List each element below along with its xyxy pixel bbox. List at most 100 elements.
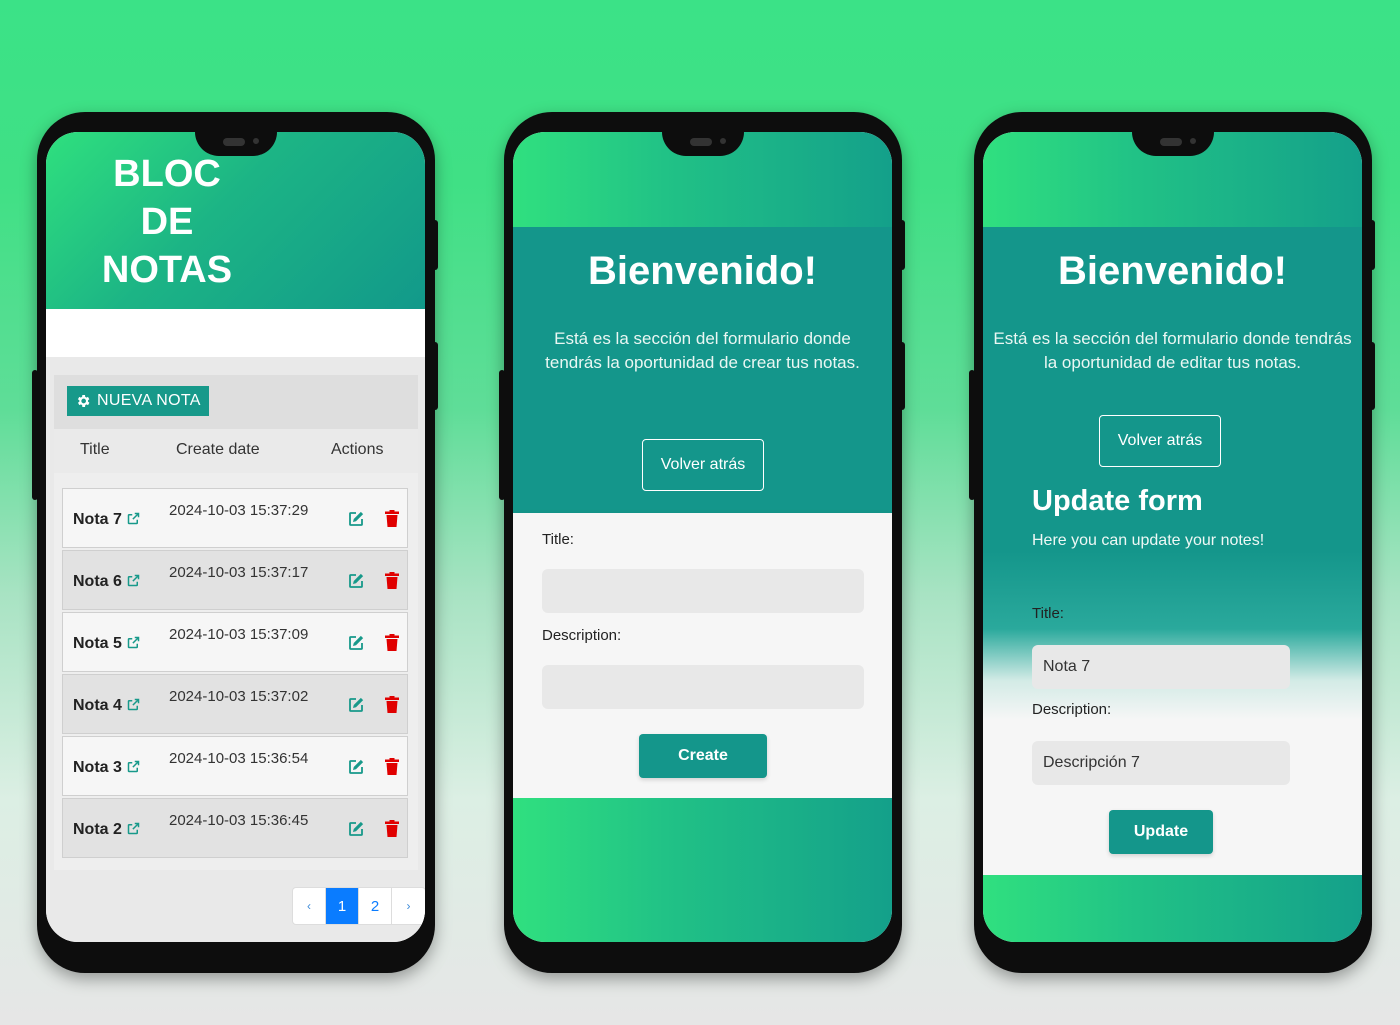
edit-icon[interactable] (347, 820, 365, 838)
welcome-description: Está es la sección del formulario donde … (545, 329, 860, 372)
note-title[interactable]: Nota 4 (73, 697, 122, 714)
trash-icon[interactable] (385, 758, 399, 775)
notes-table-card: NUEVA NOTA Title Create date Actions Not… (54, 375, 418, 870)
description-input[interactable]: Descripción 7 (1032, 741, 1290, 785)
note-create-date: 2024-10-03 15:37:17 (169, 564, 309, 581)
create-form: Title: Description: Create (513, 513, 892, 798)
phone-side-button (899, 220, 905, 270)
title-input[interactable] (542, 569, 864, 613)
pagination-prev[interactable]: ‹ (293, 888, 326, 924)
external-link-icon[interactable] (126, 573, 141, 588)
edit-icon[interactable] (347, 758, 365, 776)
gradient-footer (983, 875, 1362, 942)
phone-side-button (432, 342, 438, 410)
note-create-date: 2024-10-03 15:36:54 (169, 750, 309, 767)
note-title[interactable]: Nota 2 (73, 821, 122, 838)
note-title[interactable]: Nota 5 (73, 635, 122, 652)
external-link-icon[interactable] (126, 821, 141, 836)
update-form-heading: Update form (1032, 485, 1203, 517)
phone-side-button (1369, 342, 1375, 410)
edit-icon[interactable] (347, 572, 365, 590)
edit-icon[interactable] (347, 634, 365, 652)
welcome-section: Bienvenido! Está es la sección del formu… (983, 227, 1362, 875)
phone-notch (195, 132, 277, 156)
title-label: Title: (1032, 605, 1064, 622)
column-header-title: Title (80, 441, 110, 458)
table-row: Nota 6 2024-10-03 15:37:17 (62, 550, 408, 610)
description-label: Description: (542, 627, 622, 644)
phone-update-form: Bienvenido! Está es la sección del formu… (969, 112, 1375, 973)
note-title-link[interactable]: Nota 6 (73, 573, 141, 591)
new-note-label: NUEVA NOTA (97, 392, 201, 409)
app-header: BLOC DE NOTAS (46, 132, 425, 309)
trash-icon[interactable] (385, 820, 399, 837)
title-label: Title: (542, 531, 574, 548)
table-row: Nota 5 2024-10-03 15:37:09 (62, 612, 408, 672)
title-input[interactable]: Nota 7 (1032, 645, 1290, 689)
screen: Bienvenido! Está es la sección del formu… (983, 132, 1362, 942)
note-create-date: 2024-10-03 15:37:29 (169, 502, 309, 519)
app-title: BLOC DE NOTAS (101, 153, 233, 291)
pagination-next[interactable]: › (392, 888, 425, 924)
phone-side-button (499, 370, 505, 500)
back-button[interactable]: Volver atrás (1099, 415, 1221, 467)
note-title[interactable]: Nota 7 (73, 511, 122, 528)
table-row: Nota 2 2024-10-03 15:36:45 (62, 798, 408, 858)
trash-icon[interactable] (385, 634, 399, 651)
table-row: Nota 7 2024-10-03 15:37:29 (62, 488, 408, 548)
trash-icon[interactable] (385, 572, 399, 589)
phone-notch (1132, 132, 1214, 156)
phone-create-form: Bienvenido! Está es la sección del formu… (499, 112, 905, 973)
edit-icon[interactable] (347, 696, 365, 714)
screen: BLOC DE NOTAS NUEVA NOTA Title Create da… (46, 132, 425, 942)
welcome-heading: Bienvenido! (1058, 249, 1287, 293)
note-title-link[interactable]: Nota 7 (73, 511, 141, 529)
note-title[interactable]: Nota 3 (73, 759, 122, 776)
external-link-icon[interactable] (126, 635, 141, 650)
external-link-icon[interactable] (126, 759, 141, 774)
phone-notes-list: BLOC DE NOTAS NUEVA NOTA Title Create da… (32, 112, 438, 973)
column-header-actions: Actions (331, 441, 384, 458)
gear-icon (77, 395, 90, 407)
table-header: Title Create date Actions (54, 429, 418, 473)
description-label: Description: (1032, 701, 1112, 718)
phone-side-button (432, 220, 438, 270)
table-row: Nota 4 2024-10-03 15:37:02 (62, 674, 408, 734)
screen: Bienvenido! Está es la sección del formu… (513, 132, 892, 942)
note-create-date: 2024-10-03 15:37:02 (169, 688, 309, 705)
welcome-heading: Bienvenido! (588, 249, 817, 293)
trash-icon[interactable] (385, 696, 399, 713)
pagination-page-1[interactable]: 1 (326, 888, 359, 924)
create-button[interactable]: Create (639, 734, 767, 778)
header-spacer (46, 309, 425, 357)
note-title-link[interactable]: Nota 2 (73, 821, 141, 839)
new-note-button[interactable]: NUEVA NOTA (67, 386, 209, 416)
phone-side-button (32, 370, 38, 500)
note-title-link[interactable]: Nota 4 (73, 697, 141, 715)
note-title-link[interactable]: Nota 3 (73, 759, 141, 777)
edit-icon[interactable] (347, 510, 365, 528)
phone-side-button (969, 370, 975, 500)
note-create-date: 2024-10-03 15:36:45 (169, 812, 309, 829)
phone-notch (662, 132, 744, 156)
back-button[interactable]: Volver atrás (642, 439, 764, 491)
phone-side-button (899, 342, 905, 410)
trash-icon[interactable] (385, 510, 399, 527)
description-input[interactable] (542, 665, 864, 709)
update-button[interactable]: Update (1109, 810, 1213, 854)
pagination-page-2[interactable]: 2 (359, 888, 392, 924)
pagination: ‹ 1 2 › (292, 887, 425, 925)
gradient-footer (513, 798, 892, 942)
table-row: Nota 3 2024-10-03 15:36:54 (62, 736, 408, 796)
external-link-icon[interactable] (126, 511, 141, 526)
welcome-description: Está es la sección del formulario donde … (993, 329, 1352, 372)
table-toolbar: NUEVA NOTA (54, 375, 418, 429)
column-header-create-date: Create date (176, 441, 260, 458)
note-title-link[interactable]: Nota 5 (73, 635, 141, 653)
external-link-icon[interactable] (126, 697, 141, 712)
note-create-date: 2024-10-03 15:37:09 (169, 626, 309, 643)
phone-side-button (1369, 220, 1375, 270)
welcome-section: Bienvenido! Está es la sección del formu… (513, 227, 892, 513)
note-title[interactable]: Nota 6 (73, 573, 122, 590)
notes-body: NUEVA NOTA Title Create date Actions Not… (46, 357, 425, 942)
